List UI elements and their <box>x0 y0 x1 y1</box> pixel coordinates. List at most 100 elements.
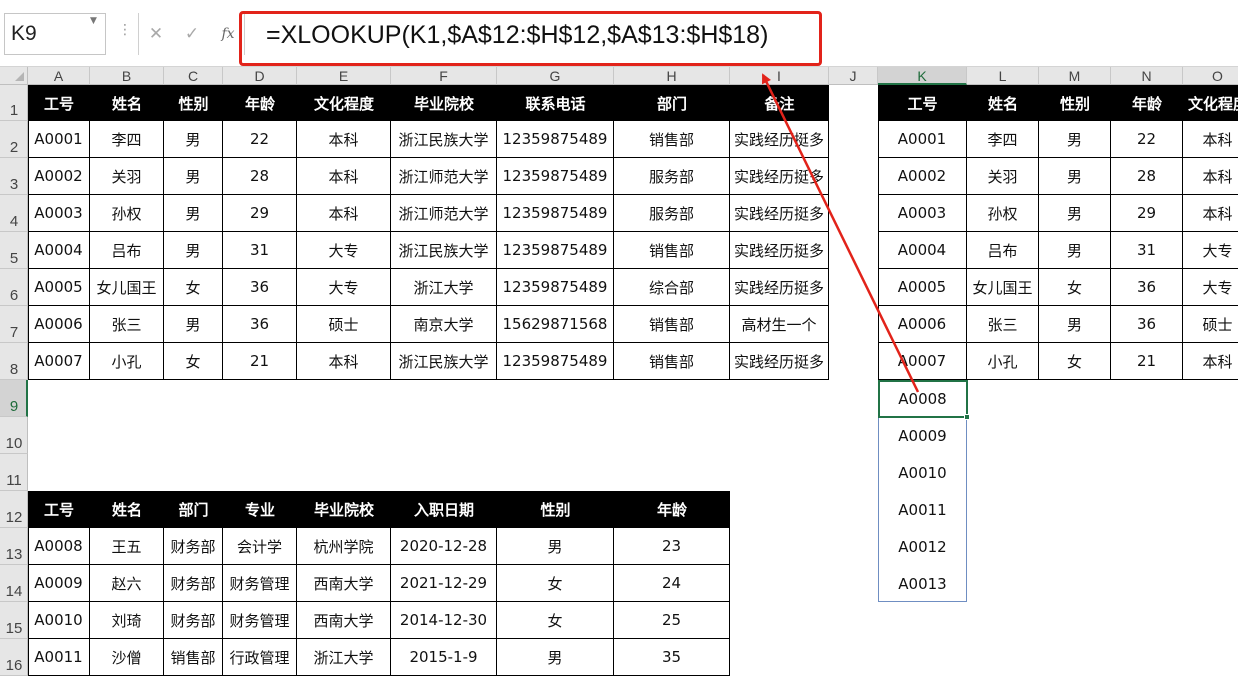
table3-cell[interactable]: 31 <box>1111 232 1183 269</box>
table1-cell[interactable]: 36 <box>223 306 297 343</box>
row-header-8[interactable]: 8 <box>0 343 28 380</box>
table3-cell[interactable]: 女 <box>1039 269 1111 306</box>
table1-cell[interactable]: 浙江民族大学 <box>391 343 497 380</box>
table2-cell[interactable]: 西南大学 <box>297 565 391 602</box>
table2-cell[interactable]: 销售部 <box>164 639 223 676</box>
table1-cell[interactable]: 21 <box>223 343 297 380</box>
table2-cell[interactable]: 2020-12-28 <box>391 528 497 565</box>
row-header-3[interactable]: 3 <box>0 158 28 195</box>
table3-cell[interactable]: 小孔 <box>967 343 1039 380</box>
table3-cell[interactable]: A0003 <box>878 195 967 232</box>
column-header-b[interactable]: B <box>90 67 164 85</box>
column-header-o[interactable]: O <box>1183 67 1238 85</box>
table3-cell[interactable]: 28 <box>1111 158 1183 195</box>
table1-cell[interactable]: 男 <box>164 158 223 195</box>
column-header-n[interactable]: N <box>1111 67 1183 85</box>
table1-cell[interactable]: A0003 <box>28 195 90 232</box>
table1-cell[interactable]: 综合部 <box>614 269 730 306</box>
table3-cell[interactable]: 男 <box>1039 158 1111 195</box>
table1-cell[interactable]: A0004 <box>28 232 90 269</box>
table2-cell[interactable]: 西南大学 <box>297 602 391 639</box>
table2-cell[interactable]: 会计学 <box>223 528 297 565</box>
row-header-16[interactable]: 16 <box>0 639 28 676</box>
active-cell[interactable] <box>878 380 968 418</box>
fill-handle[interactable] <box>964 414 970 420</box>
table1-cell[interactable]: 女 <box>164 269 223 306</box>
table1-cell[interactable]: 12359875489 <box>497 158 614 195</box>
row-header-5[interactable]: 5 <box>0 232 28 269</box>
table1-cell[interactable]: 12359875489 <box>497 121 614 158</box>
table3-cell[interactable]: A0004 <box>878 232 967 269</box>
table2-cell[interactable]: 刘琦 <box>90 602 164 639</box>
table3-cell[interactable]: 孙权 <box>967 195 1039 232</box>
table3-cell[interactable]: 22 <box>1111 121 1183 158</box>
table3-cell[interactable]: 大专 <box>1183 269 1238 306</box>
table2-cell[interactable]: 男 <box>497 528 614 565</box>
table1-cell[interactable]: 29 <box>223 195 297 232</box>
table1-cell[interactable]: 男 <box>164 306 223 343</box>
table1-cell[interactable]: 12359875489 <box>497 232 614 269</box>
table3-cell[interactable]: 36 <box>1111 306 1183 343</box>
drag-handle-icon[interactable]: ⋮ <box>118 22 132 38</box>
table1-cell[interactable]: A0001 <box>28 121 90 158</box>
table1-cell[interactable]: 本科 <box>297 343 391 380</box>
table3-cell[interactable]: 本科 <box>1183 158 1238 195</box>
row-header-1[interactable]: 1 <box>0 85 28 121</box>
table1-cell[interactable]: 销售部 <box>614 232 730 269</box>
table2-cell[interactable]: 女 <box>497 602 614 639</box>
table3-cell[interactable]: 36 <box>1111 269 1183 306</box>
table1-cell[interactable]: 男 <box>164 232 223 269</box>
column-header-h[interactable]: H <box>614 67 730 85</box>
table3-cell[interactable]: A0006 <box>878 306 967 343</box>
table1-cell[interactable]: 浙江师范大学 <box>391 195 497 232</box>
row-header-2[interactable]: 2 <box>0 121 28 158</box>
column-header-f[interactable]: F <box>391 67 497 85</box>
table1-cell[interactable]: 吕布 <box>90 232 164 269</box>
column-header-d[interactable]: D <box>223 67 297 85</box>
table3-cell[interactable]: 女 <box>1039 343 1111 380</box>
row-header-11[interactable]: 11 <box>0 454 28 491</box>
row-header-4[interactable]: 4 <box>0 195 28 232</box>
table2-cell[interactable]: 王五 <box>90 528 164 565</box>
table1-cell[interactable]: A0005 <box>28 269 90 306</box>
table2-cell[interactable]: A0008 <box>28 528 90 565</box>
table3-cell[interactable]: 本科 <box>1183 121 1238 158</box>
table2-cell[interactable]: A0009 <box>28 565 90 602</box>
column-header-g[interactable]: G <box>497 67 614 85</box>
table1-cell[interactable]: 李四 <box>90 121 164 158</box>
table1-cell[interactable]: 南京大学 <box>391 306 497 343</box>
row-header-14[interactable]: 14 <box>0 565 28 602</box>
table3-cell[interactable]: 21 <box>1111 343 1183 380</box>
table2-cell[interactable]: 行政管理 <box>223 639 297 676</box>
column-header-l[interactable]: L <box>967 67 1039 85</box>
table1-cell[interactable]: 孙权 <box>90 195 164 232</box>
table1-cell[interactable]: 销售部 <box>614 121 730 158</box>
table1-cell[interactable]: 22 <box>223 121 297 158</box>
column-header-e[interactable]: E <box>297 67 391 85</box>
table2-cell[interactable]: 2014-12-30 <box>391 602 497 639</box>
table3-cell[interactable]: 硕士 <box>1183 306 1238 343</box>
table1-cell[interactable]: A0006 <box>28 306 90 343</box>
table2-cell[interactable]: 财务管理 <box>223 602 297 639</box>
table2-cell[interactable]: 财务管理 <box>223 565 297 602</box>
table1-cell[interactable]: 实践经历挺多 <box>730 195 829 232</box>
table3-cell[interactable]: 本科 <box>1183 195 1238 232</box>
table1-cell[interactable]: 本科 <box>297 195 391 232</box>
insert-function-icon[interactable]: fx <box>215 13 241 55</box>
table3-cell[interactable]: 张三 <box>967 306 1039 343</box>
table2-cell[interactable]: 浙江大学 <box>297 639 391 676</box>
column-header-a[interactable]: A <box>28 67 90 85</box>
table2-cell[interactable]: A0010 <box>28 602 90 639</box>
table1-cell[interactable]: A0007 <box>28 343 90 380</box>
table3-cell[interactable]: A0002 <box>878 158 967 195</box>
table3-cell[interactable]: 29 <box>1111 195 1183 232</box>
table1-cell[interactable]: 本科 <box>297 158 391 195</box>
table1-cell[interactable]: 15629871568 <box>497 306 614 343</box>
table1-cell[interactable]: 销售部 <box>614 343 730 380</box>
table1-cell[interactable]: 12359875489 <box>497 195 614 232</box>
table1-cell[interactable]: 31 <box>223 232 297 269</box>
table2-cell[interactable]: A0011 <box>28 639 90 676</box>
row-header-13[interactable]: 13 <box>0 528 28 565</box>
enter-icon[interactable]: ✓ <box>179 13 205 55</box>
spreadsheet-grid[interactable]: A B C D E F G H I J K L M N O 1 2 3 4 5 6 7 8 9 10 11 12 13 14 15 16 工号… <box>0 67 1238 678</box>
